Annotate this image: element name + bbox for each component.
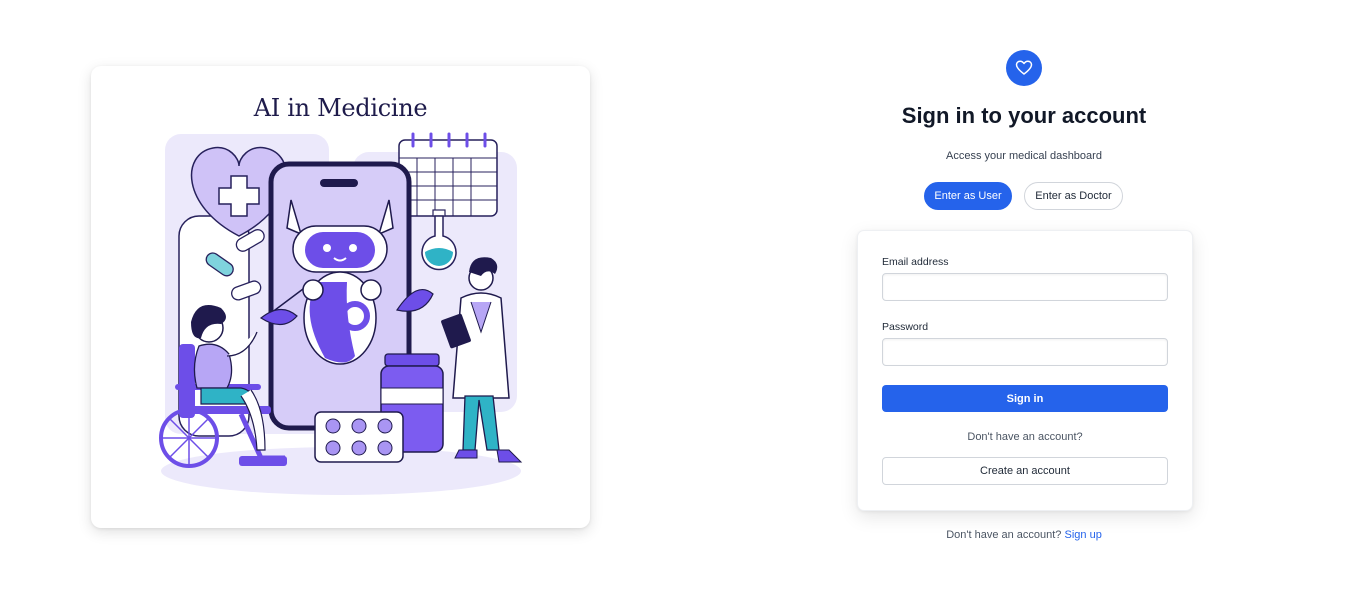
illustration-title: AI in Medicine <box>253 94 428 122</box>
heart-icon <box>1015 60 1033 75</box>
footer-text: Don't have an account? <box>946 529 1062 541</box>
page-title: Sign in to your account <box>901 103 1147 128</box>
no-account-text: Don't have an account? <box>967 431 1083 443</box>
email-label: Email address <box>882 256 949 268</box>
enter-as-user-button[interactable]: Enter as User <box>924 182 1012 210</box>
email-field[interactable] <box>882 273 1168 301</box>
footer-signup: Don't have an account? Sign up <box>856 529 1192 541</box>
medical-ai-illustration <box>159 132 523 495</box>
sign-in-button[interactable]: Sign in <box>882 385 1168 412</box>
enter-as-doctor-button[interactable]: Enter as Doctor <box>1024 182 1123 210</box>
password-label: Password <box>882 321 929 333</box>
password-field[interactable] <box>882 338 1168 366</box>
create-account-button[interactable]: Create an account <box>882 457 1168 485</box>
sign-up-link[interactable]: Sign up <box>1065 529 1102 541</box>
page-subtitle: Access your medical dashboard <box>946 150 1102 162</box>
illustration-card: AI in Medicine <box>91 66 590 528</box>
heart-logo <box>1006 50 1042 86</box>
signin-form-card: Email address Password Sign in Don't hav… <box>857 230 1193 511</box>
